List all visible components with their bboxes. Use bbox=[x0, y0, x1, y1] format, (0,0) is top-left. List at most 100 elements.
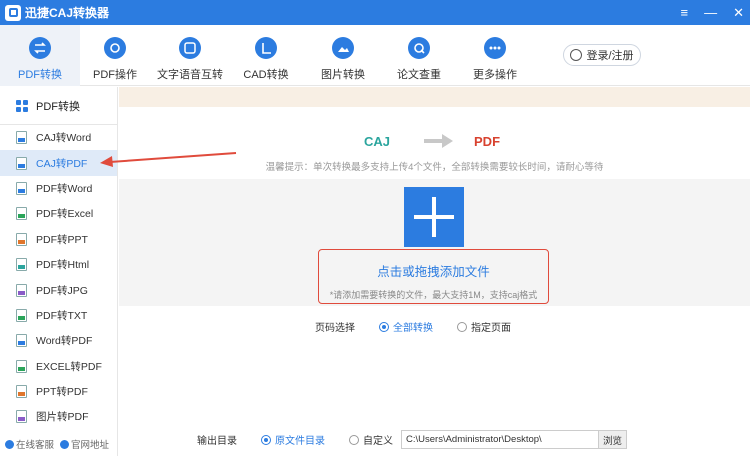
radio-all-pages[interactable]: 全部转换 bbox=[379, 319, 433, 334]
voice-icon bbox=[179, 37, 201, 59]
output-label: 输出目录 bbox=[197, 436, 237, 447]
sidebar-item-label: 图片转PDF bbox=[36, 411, 89, 424]
drop-title: 点击或拖拽添加文件 bbox=[377, 265, 490, 279]
tab-label: 论文查重 bbox=[397, 69, 441, 81]
file-icon bbox=[16, 131, 27, 145]
tab-text-voice[interactable]: 文字语音互转 bbox=[150, 25, 230, 86]
sidebar-item[interactable]: PPT转PDF bbox=[0, 379, 117, 404]
window-controls: ≡ — ✕ bbox=[681, 0, 745, 25]
top-banner bbox=[119, 87, 750, 107]
tab-paper-check[interactable]: 论文查重 bbox=[379, 25, 459, 86]
sidebar-item[interactable]: PDF转Excel bbox=[0, 201, 117, 226]
cad-icon bbox=[255, 37, 277, 59]
sidebar-header-label: PDF转换 bbox=[36, 100, 80, 113]
tab-image-convert[interactable]: 图片转换 bbox=[303, 25, 383, 86]
radio-original-dir[interactable]: 原文件目录 bbox=[261, 432, 325, 447]
sidebar-item[interactable]: PDF转Html bbox=[0, 252, 117, 277]
radio-selected-icon bbox=[261, 434, 271, 445]
arrow-right-icon bbox=[424, 134, 454, 148]
radio-unselected-icon bbox=[349, 434, 359, 445]
main-toolbar: PDF转换 PDF操作 文字语音互转 CAD转换 图片转换 论文查重 更多操作 … bbox=[0, 25, 750, 86]
file-icon bbox=[16, 181, 27, 195]
browse-button[interactable]: 浏览 bbox=[599, 430, 627, 449]
tab-label: PDF操作 bbox=[93, 69, 137, 81]
menu-icon[interactable]: ≡ bbox=[681, 5, 689, 20]
radio-custom-dir-label: 自定义 bbox=[363, 436, 393, 447]
sidebar-footer: 在线客服 官网地址 bbox=[0, 432, 118, 456]
online-service-link[interactable]: 在线客服 bbox=[5, 437, 54, 451]
radio-specific-pages[interactable]: 指定页面 bbox=[457, 319, 511, 334]
sidebar-item-label: PDF转TXT bbox=[36, 309, 88, 322]
drop-text-box[interactable]: 点击或拖拽添加文件 *请添加需要转换的文件，最大支持1M，支持caj格式 bbox=[318, 249, 549, 304]
sidebar-header: PDF转换 bbox=[0, 87, 117, 125]
output-path-field[interactable]: C:\Users\Administrator\Desktop\ bbox=[401, 430, 599, 449]
file-drop-zone[interactable]: 点击或拖拽添加文件 *请添加需要转换的文件，最大支持1M，支持caj格式 bbox=[119, 179, 750, 306]
sidebar-item[interactable]: PDF转Word bbox=[0, 176, 117, 201]
output-directory: 输出目录 原文件目录 自定义 C:\Users\Administrator\De… bbox=[197, 430, 627, 449]
sidebar-item-label: PDF转JPG bbox=[36, 284, 88, 297]
sidebar-item-label: Word转PDF bbox=[36, 335, 93, 348]
gear-icon bbox=[104, 37, 126, 59]
sidebar-item-label: PDF转Html bbox=[36, 259, 90, 272]
login-label: 登录/注册 bbox=[586, 50, 634, 62]
page-selection-label: 页码选择 bbox=[315, 323, 355, 334]
title-bar: 迅捷CAJ转换器 ≡ — ✕ bbox=[0, 0, 750, 25]
tab-label: 文字语音互转 bbox=[157, 69, 223, 81]
online-service-label: 在线客服 bbox=[16, 440, 55, 451]
file-icon bbox=[16, 359, 27, 373]
tab-pdf-convert[interactable]: PDF转换 bbox=[0, 25, 80, 86]
radio-specific-pages-label: 指定页面 bbox=[471, 323, 511, 334]
sidebar-item[interactable]: PDF转TXT bbox=[0, 303, 117, 328]
file-icon bbox=[16, 207, 27, 221]
website-link[interactable]: 官网地址 bbox=[60, 437, 109, 451]
user-icon bbox=[570, 49, 583, 61]
sidebar-item[interactable]: CAJ转Word bbox=[0, 125, 117, 150]
swap-icon bbox=[29, 37, 51, 59]
file-icon bbox=[16, 334, 27, 348]
file-icon bbox=[16, 283, 27, 297]
file-icon bbox=[16, 410, 27, 424]
sidebar-item[interactable]: Word转PDF bbox=[0, 328, 117, 353]
sidebar-item-label: CAJ转Word bbox=[36, 132, 92, 145]
app-title: 迅捷CAJ转换器 bbox=[25, 6, 110, 20]
sidebar-item-label: PPT转PDF bbox=[36, 386, 88, 399]
add-file-button[interactable] bbox=[404, 187, 464, 247]
tab-label: PDF转换 bbox=[18, 69, 62, 81]
radio-custom-dir[interactable]: 自定义 bbox=[349, 432, 393, 447]
sidebar-item[interactable]: CAJ转PDF bbox=[0, 150, 117, 176]
tab-more[interactable]: 更多操作 bbox=[455, 25, 535, 86]
sidebar-item[interactable]: 图片转PDF bbox=[0, 404, 117, 429]
file-icon bbox=[16, 385, 27, 399]
tab-pdf-operation[interactable]: PDF操作 bbox=[75, 25, 155, 86]
radio-original-dir-label: 原文件目录 bbox=[275, 436, 325, 447]
tab-label: 图片转换 bbox=[321, 69, 365, 81]
globe-icon bbox=[60, 440, 70, 449]
more-icon bbox=[484, 37, 506, 59]
page-selection: 页码选择 全部转换 指定页面 bbox=[315, 319, 511, 334]
tab-cad-convert[interactable]: CAD转换 bbox=[226, 25, 306, 86]
sidebar-item[interactable]: EXCEL转PDF bbox=[0, 354, 117, 379]
sidebar-item-label: EXCEL转PDF bbox=[36, 360, 102, 373]
sidebar-item-label: PDF转PPT bbox=[36, 233, 88, 246]
file-icon bbox=[16, 308, 27, 322]
app-logo-icon bbox=[5, 4, 21, 21]
file-icon bbox=[16, 156, 27, 170]
source-format: CAJ bbox=[364, 133, 391, 149]
sidebar-item[interactable]: PDF转JPG bbox=[0, 277, 117, 302]
drop-subtitle: *请添加需要转换的文件，最大支持1M，支持caj格式 bbox=[329, 290, 538, 300]
hint-text: 温馨提示：单次转换最多支持上传4个文件，全部转换需要较长时间，请耐心等待 bbox=[265, 162, 604, 173]
close-icon[interactable]: ✕ bbox=[733, 5, 744, 21]
doc-check-icon bbox=[408, 37, 430, 59]
radio-selected-icon bbox=[379, 321, 389, 332]
grid-icon bbox=[16, 99, 28, 112]
radio-all-pages-label: 全部转换 bbox=[393, 323, 433, 334]
file-icon bbox=[16, 232, 27, 246]
minimize-icon[interactable]: — bbox=[704, 5, 717, 20]
login-button[interactable]: 登录/注册 bbox=[563, 44, 641, 66]
sidebar-item[interactable]: PDF转PPT bbox=[0, 227, 117, 252]
main-panel: CAJ PDF 温馨提示：单次转换最多支持上传4个文件，全部转换需要较长时间，请… bbox=[119, 87, 750, 456]
image-icon bbox=[332, 37, 354, 59]
file-icon bbox=[16, 258, 27, 272]
tab-label: 更多操作 bbox=[473, 69, 517, 81]
sidebar: PDF转换 CAJ转Word CAJ转PDF PDF转Word PDF转Excel PD… bbox=[0, 87, 118, 456]
